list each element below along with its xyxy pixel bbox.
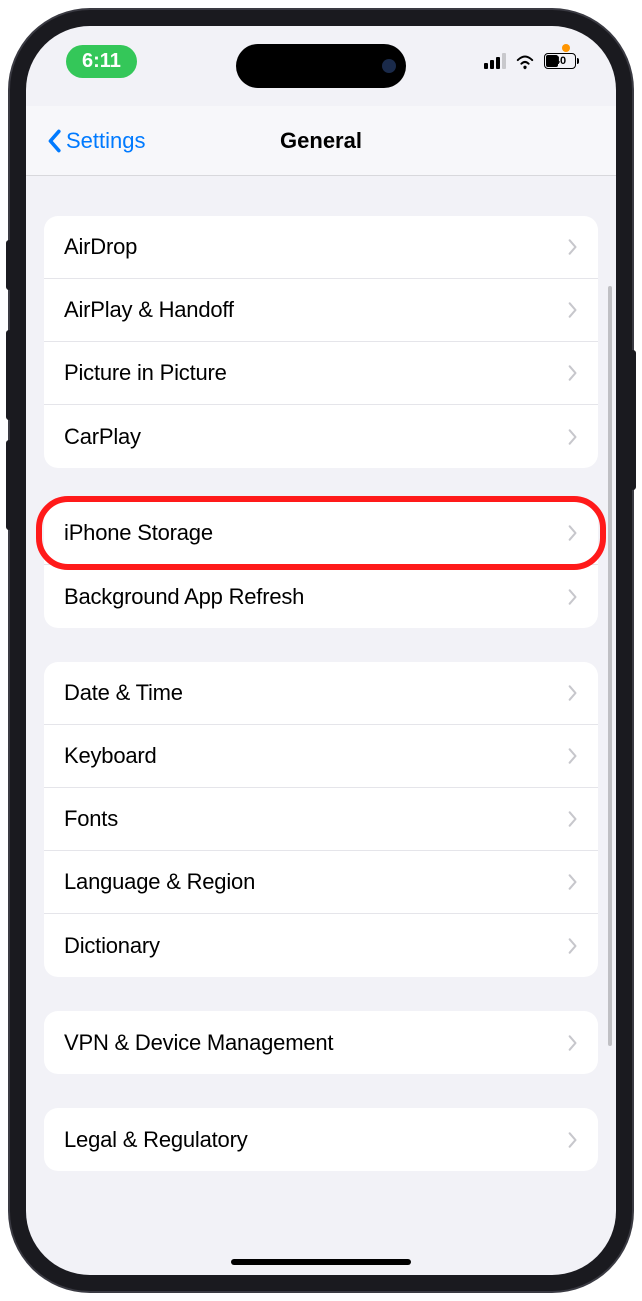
chevron-left-icon: [46, 129, 62, 153]
settings-row-dictionary[interactable]: Dictionary: [44, 914, 598, 977]
screen: 6:11 40 Settings General: [26, 26, 616, 1275]
settings-section: AirDrop AirPlay & Handoff Picture in Pictu…: [44, 216, 598, 468]
chevron-right-icon: [568, 1034, 578, 1052]
chevron-right-icon: [568, 238, 578, 256]
row-label: Legal & Regulatory: [64, 1127, 248, 1153]
status-time[interactable]: 6:11: [66, 45, 137, 78]
settings-content[interactable]: AirDrop AirPlay & Handoff Picture in Pictu…: [26, 176, 616, 1275]
settings-row-airdrop[interactable]: AirDrop: [44, 216, 598, 279]
row-label: Keyboard: [64, 743, 157, 769]
settings-row-iphone-storage[interactable]: iPhone Storage: [44, 502, 598, 565]
scroll-indicator[interactable]: [608, 286, 612, 1046]
chevron-right-icon: [568, 810, 578, 828]
battery-icon: 40: [544, 53, 576, 69]
cellular-signal-icon: [484, 53, 506, 69]
power-button: [630, 350, 636, 490]
settings-row-vpn-device-management[interactable]: VPN & Device Management: [44, 1011, 598, 1074]
settings-section: VPN & Device Management: [44, 1011, 598, 1074]
settings-section: Legal & Regulatory: [44, 1108, 598, 1171]
chevron-right-icon: [568, 301, 578, 319]
phone-frame: 6:11 40 Settings General: [10, 10, 632, 1291]
settings-row-language-region[interactable]: Language & Region: [44, 851, 598, 914]
settings-row-carplay[interactable]: CarPlay: [44, 405, 598, 468]
row-label: Background App Refresh: [64, 584, 304, 610]
chevron-right-icon: [568, 873, 578, 891]
dynamic-island: [236, 44, 406, 88]
navigation-bar: Settings General: [26, 106, 616, 176]
row-label: Picture in Picture: [64, 360, 227, 386]
row-label: AirPlay & Handoff: [64, 297, 234, 323]
wifi-icon: [514, 52, 536, 70]
row-label: Language & Region: [64, 869, 255, 895]
settings-row-airplay-handoff[interactable]: AirPlay & Handoff: [44, 279, 598, 342]
battery-percent: 40: [554, 55, 566, 67]
chevron-right-icon: [568, 588, 578, 606]
chevron-right-icon: [568, 684, 578, 702]
row-label: iPhone Storage: [64, 520, 213, 546]
page-title: General: [280, 128, 362, 154]
back-button[interactable]: Settings: [46, 128, 146, 154]
chevron-right-icon: [568, 747, 578, 765]
front-camera: [382, 59, 396, 73]
row-label: Date & Time: [64, 680, 183, 706]
chevron-right-icon: [568, 428, 578, 446]
settings-row-picture-in-picture[interactable]: Picture in Picture: [44, 342, 598, 405]
home-indicator[interactable]: [231, 1259, 411, 1265]
row-label: VPN & Device Management: [64, 1030, 333, 1056]
row-label: Fonts: [64, 806, 118, 832]
silent-switch: [6, 240, 12, 290]
settings-row-background-app-refresh[interactable]: Background App Refresh: [44, 565, 598, 628]
back-label: Settings: [66, 128, 146, 154]
row-label: CarPlay: [64, 424, 141, 450]
settings-row-legal-regulatory[interactable]: Legal & Regulatory: [44, 1108, 598, 1171]
settings-section: Date & Time Keyboard Fonts Language & Regio…: [44, 662, 598, 977]
chevron-right-icon: [568, 364, 578, 382]
volume-up-button: [6, 330, 12, 420]
chevron-right-icon: [568, 524, 578, 542]
settings-row-keyboard[interactable]: Keyboard: [44, 725, 598, 788]
settings-row-fonts[interactable]: Fonts: [44, 788, 598, 851]
settings-section: iPhone Storage Background App Refresh: [44, 502, 598, 628]
mic-indicator-dot: [562, 44, 570, 52]
volume-down-button: [6, 440, 12, 530]
chevron-right-icon: [568, 1131, 578, 1149]
chevron-right-icon: [568, 937, 578, 955]
settings-row-date-time[interactable]: Date & Time: [44, 662, 598, 725]
row-label: AirDrop: [64, 234, 137, 260]
row-label: Dictionary: [64, 933, 160, 959]
